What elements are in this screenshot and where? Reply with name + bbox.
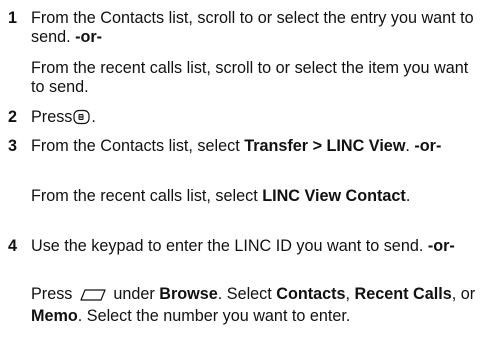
softkey-icon bbox=[78, 288, 108, 307]
step-4-alt-select: . Select bbox=[217, 285, 272, 303]
step-text: Use the keypad to enter the LINC ID you … bbox=[31, 237, 478, 256]
browse-label: Browse bbox=[159, 285, 218, 303]
step-3-text: From the Contacts list, select bbox=[31, 137, 240, 155]
step-text: Press. bbox=[31, 108, 478, 130]
step-3-alt-text: From the recent calls list, select bbox=[31, 187, 258, 205]
step-4-alt-or: , or bbox=[451, 285, 476, 303]
step-2-text: Press bbox=[31, 108, 73, 126]
step-3-alternative: From the recent calls list, select LINC … bbox=[31, 187, 478, 206]
step-4-alt-comma: , bbox=[345, 285, 351, 303]
or-label: -or- bbox=[75, 28, 103, 46]
step-number: 1 bbox=[8, 9, 18, 27]
step-3-period: . bbox=[405, 137, 410, 155]
step-2-period: . bbox=[91, 108, 96, 126]
step-1-alt-text: From the recent calls list, scroll to or… bbox=[31, 59, 469, 96]
or-label: -or- bbox=[414, 137, 442, 155]
step-4-alt-end: . Select the number you want to enter. bbox=[77, 307, 351, 325]
instruction-page: 1 From the Contacts list, scroll to or s… bbox=[0, 0, 486, 358]
step-4-alt-under: under bbox=[113, 285, 155, 303]
memo-label: Memo bbox=[31, 307, 78, 325]
linc-view-contact-label: LINC View Contact bbox=[262, 187, 406, 205]
step-number: 3 bbox=[8, 137, 18, 155]
step-number: 2 bbox=[8, 108, 18, 126]
transfer-linc-view-label: Transfer > LINC View bbox=[244, 137, 406, 155]
menu-key-icon bbox=[73, 109, 90, 130]
step-text: From the Contacts list, scroll to or sel… bbox=[31, 9, 478, 47]
step-1-alternative: From the recent calls list, scroll to or… bbox=[31, 59, 478, 97]
step-3-alt-period: . bbox=[405, 187, 411, 205]
step-4-alternative: Press under Browse. Select Contacts, Rec… bbox=[31, 285, 478, 326]
contacts-label: Contacts bbox=[276, 285, 346, 303]
step-number: 4 bbox=[8, 237, 18, 255]
step-4-text: Use the keypad to enter the LINC ID you … bbox=[31, 237, 424, 255]
step-text: From the Contacts list, select Transfer … bbox=[31, 137, 478, 156]
or-label: -or- bbox=[427, 237, 455, 255]
recent-calls-label: Recent Calls bbox=[354, 285, 452, 303]
step-4-alt-press: Press bbox=[31, 285, 73, 303]
